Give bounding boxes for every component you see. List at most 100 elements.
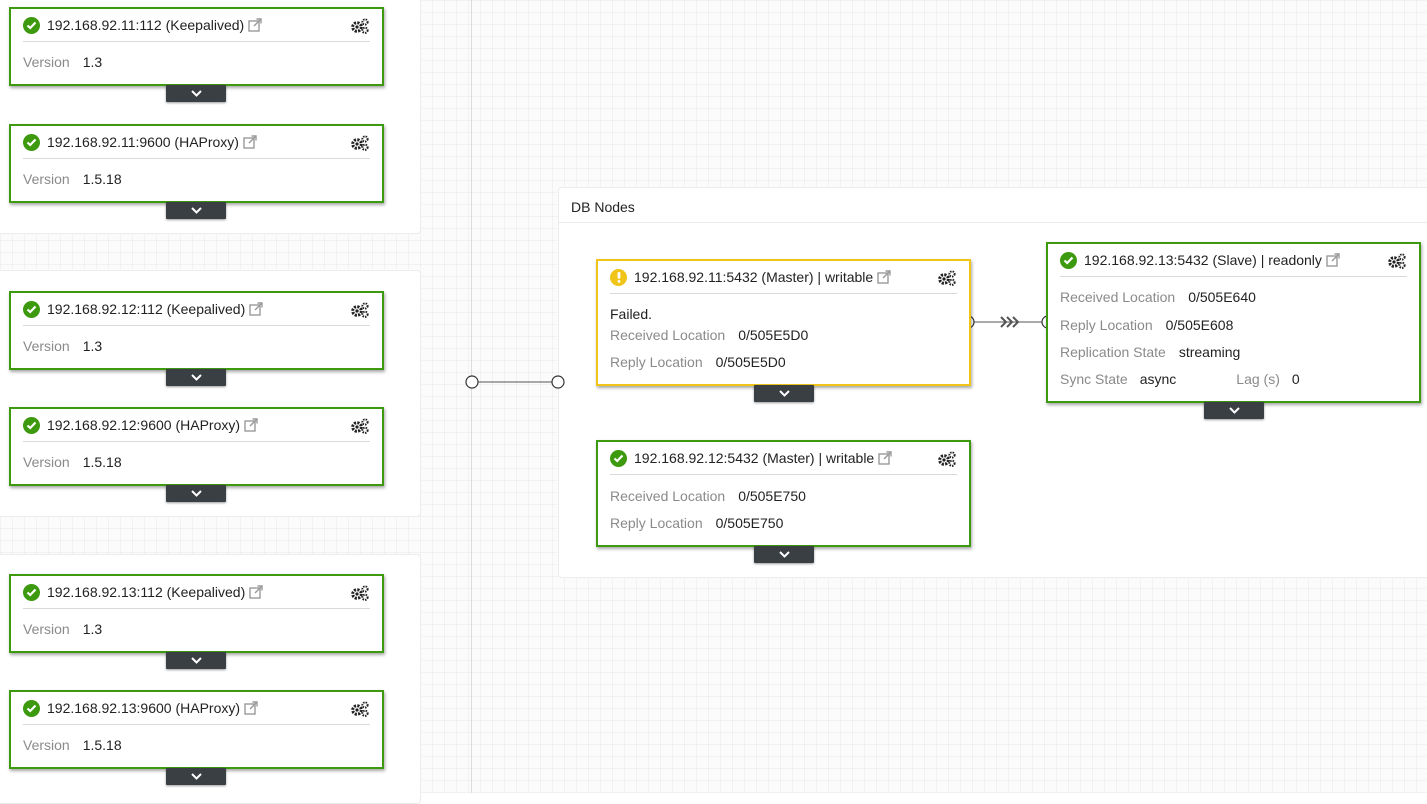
expand-toggle-button[interactable]	[166, 369, 226, 386]
node-header: 192.168.92.12:112 (Keepalived)	[23, 293, 370, 326]
check-circle-icon	[23, 416, 40, 434]
external-link-icon[interactable]	[243, 135, 257, 149]
version-value: 1.5.18	[82, 737, 122, 753]
expand-toggle-button[interactable]	[166, 85, 226, 102]
node-header: 192.168.92.12:9600 (HAProxy)	[23, 409, 370, 442]
external-link-icon[interactable]	[244, 701, 258, 715]
node-title: 192.168.92.11:5432 (Master) | writable	[634, 269, 874, 285]
node-title: 192.168.92.13:9600 (HAProxy)	[47, 700, 241, 716]
gears-icon[interactable]	[1388, 253, 1406, 269]
sync-state-value: async	[1139, 371, 1177, 387]
version-row: Version 1.3	[23, 53, 102, 71]
sync-state-label: Sync State	[1060, 371, 1128, 387]
gears-icon[interactable]	[351, 18, 369, 34]
chevron-down-icon	[778, 551, 790, 558]
received-location-value: 0/505E750	[738, 488, 806, 504]
node-header: 192.168.92.13:5432 (Slave) | readonly	[1060, 244, 1407, 277]
external-link-icon[interactable]	[877, 270, 891, 284]
external-link-icon[interactable]	[249, 302, 263, 316]
received-location-value: 0/505E5D0	[738, 327, 809, 343]
connector-port[interactable]	[465, 375, 479, 389]
topology-canvas: DB Nodes 192.168.92.11:112 (Keepalived) …	[0, 0, 1427, 804]
node-header: 192.168.92.13:9600 (HAProxy)	[23, 692, 370, 725]
lag-value: 0	[1291, 371, 1300, 387]
lb-node-card[interactable]: 192.168.92.11:112 (Keepalived) Version 1…	[9, 7, 384, 86]
replication-state-value: streaming	[1178, 344, 1241, 360]
expand-toggle-button[interactable]	[166, 652, 226, 669]
external-link-icon[interactable]	[878, 451, 892, 465]
lb-node-card[interactable]: 192.168.92.13:112 (Keepalived) Version 1…	[9, 574, 384, 653]
received-location-value: 0/505E640	[1188, 289, 1256, 305]
node-header: 192.168.92.11:112 (Keepalived)	[23, 9, 370, 42]
check-circle-icon	[23, 699, 40, 717]
expand-toggle-button[interactable]	[166, 202, 226, 219]
status-row: Failed.	[610, 305, 652, 323]
gears-icon[interactable]	[938, 270, 956, 286]
replication-state-row: Replication State streaming	[1060, 343, 1240, 361]
node-header: 192.168.92.12:5432 (Master) | writable	[610, 442, 957, 475]
lb-node-card[interactable]: 192.168.92.11:9600 (HAProxy) Version 1.5…	[9, 124, 384, 203]
version-row: Version 1.3	[23, 337, 102, 355]
external-link-icon[interactable]	[1326, 253, 1340, 267]
gears-icon[interactable]	[351, 135, 369, 151]
sync-state-row: Sync State async Lag (s) 0	[1060, 370, 1300, 388]
node-title: 192.168.92.13:112 (Keepalived)	[47, 584, 246, 600]
reply-location-row: Reply Location 0/505E5D0	[610, 353, 786, 371]
expand-toggle-button[interactable]	[1204, 402, 1264, 419]
version-value: 1.5.18	[82, 171, 122, 187]
expand-toggle-button[interactable]	[166, 768, 226, 785]
expand-toggle-button[interactable]	[754, 385, 814, 402]
check-circle-icon	[23, 16, 40, 34]
node-header: 192.168.92.11:9600 (HAProxy)	[23, 126, 370, 159]
node-title: 192.168.92.12:112 (Keepalived)	[47, 301, 246, 317]
check-circle-icon	[23, 583, 40, 601]
gears-icon[interactable]	[351, 418, 369, 434]
reply-location-value: 0/505E750	[715, 515, 784, 531]
replication-state-label: Replication State	[1060, 344, 1166, 360]
lb-node-card[interactable]: 192.168.92.13:9600 (HAProxy) Version 1.5…	[9, 690, 384, 769]
lag-label: Lag (s)	[1236, 371, 1280, 387]
gears-icon[interactable]	[351, 701, 369, 717]
reply-location-value: 0/505E5D0	[715, 354, 786, 370]
lb-node-card[interactable]: 192.168.92.12:112 (Keepalived) Version 1…	[9, 291, 384, 370]
chevron-down-icon	[190, 490, 202, 497]
reply-location-row: Reply Location 0/505E608	[1060, 316, 1233, 334]
version-label: Version	[23, 171, 70, 187]
connector-port[interactable]	[551, 375, 565, 389]
node-title: 192.168.92.12:9600 (HAProxy)	[47, 417, 241, 433]
version-row: Version 1.3	[23, 620, 102, 638]
version-row: Version 1.5.18	[23, 453, 122, 471]
received-location-row: Received Location 0/505E640	[1060, 288, 1256, 306]
db-node-card-master[interactable]: 192.168.92.12:5432 (Master) | writable R…	[596, 440, 971, 547]
node-title: 192.168.92.11:112 (Keepalived)	[47, 17, 245, 33]
version-row: Version 1.5.18	[23, 736, 122, 754]
version-label: Version	[23, 54, 70, 70]
reply-location-value: 0/505E608	[1165, 317, 1234, 333]
chevron-down-icon	[190, 90, 202, 97]
node-title: 192.168.92.12:5432 (Master) | writable	[634, 450, 875, 466]
received-location-label: Received Location	[610, 488, 726, 504]
reply-location-row: Reply Location 0/505E750	[610, 514, 783, 532]
received-location-row: Received Location 0/505E750	[610, 487, 806, 505]
expand-toggle-button[interactable]	[166, 485, 226, 502]
external-link-icon[interactable]	[249, 585, 263, 599]
gears-icon[interactable]	[938, 451, 956, 467]
version-label: Version	[23, 454, 70, 470]
db-node-card-master-failed[interactable]: 192.168.92.11:5432 (Master) | writable F…	[596, 259, 971, 386]
version-value: 1.5.18	[82, 454, 122, 470]
gears-icon[interactable]	[351, 302, 369, 318]
version-value: 1.3	[82, 621, 103, 637]
gears-icon[interactable]	[351, 585, 369, 601]
reply-location-label: Reply Location	[610, 515, 703, 531]
node-header: 192.168.92.13:112 (Keepalived)	[23, 576, 370, 609]
lb-node-card[interactable]: 192.168.92.12:9600 (HAProxy) Version 1.5…	[9, 407, 384, 486]
node-title: 192.168.92.13:5432 (Slave) | readonly	[1084, 252, 1322, 268]
node-header: 192.168.92.11:5432 (Master) | writable	[610, 261, 957, 294]
received-location-label: Received Location	[610, 327, 726, 343]
chevron-down-icon	[190, 374, 202, 381]
chevron-down-icon	[190, 773, 202, 780]
external-link-icon[interactable]	[248, 18, 262, 32]
db-node-card-slave[interactable]: 192.168.92.13:5432 (Slave) | readonly Re…	[1046, 242, 1421, 403]
external-link-icon[interactable]	[244, 418, 258, 432]
expand-toggle-button[interactable]	[754, 546, 814, 563]
